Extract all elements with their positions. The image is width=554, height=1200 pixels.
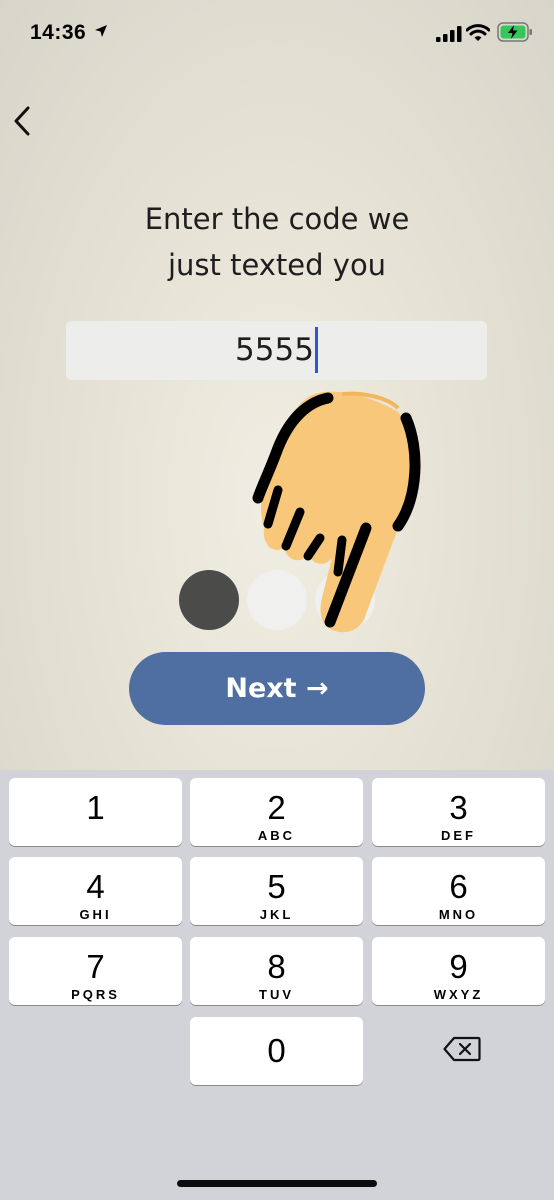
status-bar: 14:36 xyxy=(0,0,554,70)
key-5-letters: JKL xyxy=(259,907,294,922)
key-8-digit: 8 xyxy=(267,948,286,985)
key-6[interactable]: 6 MNO xyxy=(372,857,545,925)
key-9-digit: 9 xyxy=(449,948,468,985)
battery-charging-icon xyxy=(497,22,533,47)
page-title: Enter the code we just texted you xyxy=(0,196,554,288)
home-indicator[interactable] xyxy=(177,1180,377,1187)
key-7[interactable]: 7 PQRS xyxy=(9,937,182,1005)
signal-icon xyxy=(436,26,462,47)
key-6-letters: MNO xyxy=(438,907,479,922)
key-3-digit: 3 xyxy=(449,789,468,826)
key-2-digit: 2 xyxy=(267,789,286,826)
back-chevron-icon[interactable] xyxy=(10,104,40,138)
key-2-letters: ABC xyxy=(257,828,296,843)
key-8[interactable]: 8 TUV xyxy=(190,937,363,1005)
key-0-digit: 0 xyxy=(267,1032,286,1069)
key-5[interactable]: 5 JKL xyxy=(190,857,363,925)
progress-dot-active xyxy=(179,570,239,630)
key-4[interactable]: 4 GHI xyxy=(9,857,182,925)
code-input-value-wrap: 5555 xyxy=(66,321,487,380)
verification-screen: 14:36 Enter the code we just texted you … xyxy=(0,0,554,770)
delete-backspace-icon[interactable] xyxy=(443,1036,481,1067)
key-1[interactable]: 1 xyxy=(9,778,182,846)
key-9-letters: WXYZ xyxy=(433,987,484,1002)
page-title-line-2: just texted you xyxy=(167,248,387,282)
key-5-digit: 5 xyxy=(267,868,286,905)
key-7-letters: PQRS xyxy=(71,987,120,1002)
key-4-digit: 4 xyxy=(86,868,105,905)
key-0[interactable]: 0 xyxy=(190,1017,363,1085)
page-title-line-1: Enter the code we xyxy=(144,202,410,236)
key-1-digit: 1 xyxy=(86,789,105,826)
code-input[interactable]: 5555 xyxy=(66,321,487,380)
key-7-digit: 7 xyxy=(86,948,105,985)
key-4-letters: GHI xyxy=(79,907,112,922)
key-3[interactable]: 3 DEF xyxy=(372,778,545,846)
code-input-value: 5555 xyxy=(235,332,314,368)
key-9[interactable]: 9 WXYZ xyxy=(372,937,545,1005)
pointing-hand-icon xyxy=(248,378,428,653)
location-arrow-icon xyxy=(94,24,108,43)
key-2[interactable]: 2 ABC xyxy=(190,778,363,846)
key-6-digit: 6 xyxy=(449,868,468,905)
next-button[interactable]: Next → xyxy=(129,652,425,725)
key-8-letters: TUV xyxy=(259,987,294,1002)
key-3-letters: DEF xyxy=(441,828,476,843)
status-time: 14:36 xyxy=(30,21,87,44)
wifi-icon xyxy=(465,23,491,47)
text-caret xyxy=(314,326,318,373)
